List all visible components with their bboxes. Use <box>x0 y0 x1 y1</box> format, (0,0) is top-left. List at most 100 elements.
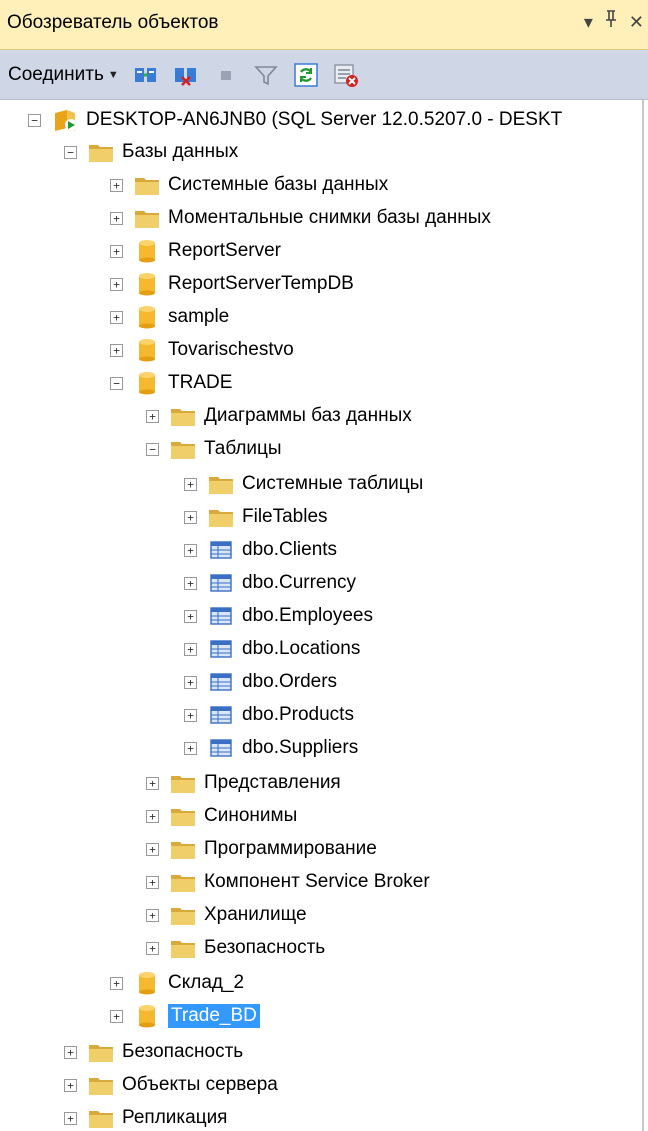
tree-node-table-clients[interactable]: + dbo.Clients <box>184 534 337 566</box>
database-icon <box>134 970 160 996</box>
table-label: dbo.Products <box>242 704 354 725</box>
tree-node-diagrams[interactable]: + Диаграммы баз данных <box>146 400 412 432</box>
tree-node-db-trade[interactable]: − TRADE <box>110 367 232 399</box>
filter-icon[interactable] <box>251 60 281 90</box>
tree-node-table-currency[interactable]: + dbo.Currency <box>184 567 356 599</box>
table-label: dbo.Currency <box>242 572 357 593</box>
panel-title-bar: Обозреватель объектов ▾ ✕ <box>0 0 648 50</box>
disconnect-icon[interactable] <box>171 60 201 90</box>
expand-icon[interactable]: + <box>146 776 159 790</box>
expand-icon[interactable]: + <box>110 178 123 192</box>
expand-icon[interactable]: + <box>146 842 159 856</box>
tree-node-table-orders[interactable]: + dbo.Orders <box>184 666 337 698</box>
stop-icon[interactable] <box>211 60 241 90</box>
refresh-icon[interactable] <box>291 60 321 90</box>
table-label: dbo.Locations <box>242 638 361 659</box>
tree-node-programmability[interactable]: + Программирование <box>146 833 377 865</box>
expand-icon[interactable]: + <box>64 1078 77 1092</box>
views-label: Представления <box>204 772 341 793</box>
connect-button[interactable]: Соединить ▼ <box>8 64 131 86</box>
tree-node-snapshots[interactable]: + Моментальные снимки базы данных <box>110 202 491 234</box>
service-broker-label: Компонент Service Broker <box>204 871 430 892</box>
synonyms-label: Синонимы <box>204 805 298 826</box>
expand-icon[interactable]: + <box>184 741 197 755</box>
expand-icon[interactable]: + <box>146 941 159 955</box>
object-explorer-toolbar: Соединить ▼ <box>0 50 648 100</box>
table-icon <box>208 636 234 662</box>
object-explorer-tree: − DESKTOP-AN6JNB0 (SQL Server 12.0.5207.… <box>0 100 648 1131</box>
table-icon <box>208 603 234 629</box>
storage-label: Хранилище <box>204 904 307 925</box>
panel-title: Обозреватель объектов <box>7 12 219 33</box>
tree-node-system-tables[interactable]: + Системные таблицы <box>184 468 423 500</box>
tree-node-views[interactable]: + Представления <box>146 767 341 799</box>
tables-label: Таблицы <box>204 438 282 459</box>
tree-node-db-sklad2[interactable]: + Склад_2 <box>110 967 244 999</box>
expand-icon[interactable]: + <box>110 343 123 357</box>
expand-icon[interactable]: + <box>184 675 197 689</box>
tree-node-db-reportservertempdb[interactable]: + ReportServerTempDB <box>110 268 354 300</box>
dropdown-icon[interactable]: ▾ <box>584 10 593 34</box>
db-security-label: Безопасность <box>204 937 326 958</box>
expand-icon[interactable]: + <box>110 976 123 990</box>
expand-icon[interactable]: + <box>184 642 197 656</box>
tree-node-server-objects[interactable]: + Объекты сервера <box>64 1069 278 1101</box>
close-icon[interactable]: ✕ <box>629 10 644 34</box>
databases-label: Базы данных <box>122 141 239 162</box>
folder-icon <box>170 902 196 928</box>
tree-node-service-broker[interactable]: + Компонент Service Broker <box>146 866 430 898</box>
tree-node-db-sample[interactable]: + sample <box>110 301 229 333</box>
expand-icon[interactable]: + <box>184 477 197 491</box>
tree-node-filetables[interactable]: + FileTables <box>184 501 328 533</box>
activity-monitor-icon[interactable] <box>331 60 361 90</box>
tree-node-table-locations[interactable]: + dbo.Locations <box>184 633 360 665</box>
expand-icon[interactable]: + <box>146 809 159 823</box>
diagrams-label: Диаграммы баз данных <box>204 405 412 426</box>
expand-icon[interactable]: + <box>110 244 123 258</box>
expand-icon[interactable]: + <box>110 277 123 291</box>
tree-node-databases[interactable]: − Базы данных <box>64 136 238 168</box>
tree-node-server-security[interactable]: + Безопасность <box>64 1036 243 1068</box>
collapse-icon[interactable]: − <box>64 145 77 159</box>
expand-icon[interactable]: + <box>184 609 197 623</box>
tree-node-db-reportserver[interactable]: + ReportServer <box>110 235 281 267</box>
tree-node-table-products[interactable]: + dbo.Products <box>184 699 354 731</box>
expand-icon[interactable]: + <box>110 310 123 324</box>
table-icon <box>208 735 234 761</box>
tree-node-table-employees[interactable]: + dbo.Employees <box>184 600 373 632</box>
pin-icon[interactable] <box>603 9 619 35</box>
expand-icon[interactable]: + <box>184 510 197 524</box>
table-icon <box>208 537 234 563</box>
folder-icon <box>88 1039 114 1065</box>
collapse-icon[interactable]: − <box>28 113 41 127</box>
expand-icon[interactable]: + <box>184 708 197 722</box>
expand-icon[interactable]: + <box>64 1111 77 1125</box>
tree-node-db-security[interactable]: + Безопасность <box>146 932 325 964</box>
tree-node-system-databases[interactable]: + Системные базы данных <box>110 169 388 201</box>
tree-node-table-suppliers[interactable]: + dbo.Suppliers <box>184 732 358 764</box>
collapse-icon[interactable]: − <box>110 376 123 390</box>
tree-node-replication[interactable]: + Репликация <box>64 1102 227 1131</box>
expand-icon[interactable]: + <box>64 1045 77 1059</box>
folder-icon <box>170 935 196 961</box>
db-label: Склад_2 <box>168 972 245 993</box>
tree-node-storage[interactable]: + Хранилище <box>146 899 307 931</box>
database-icon <box>134 337 160 363</box>
folder-icon <box>170 869 196 895</box>
expand-icon[interactable]: + <box>146 908 159 922</box>
database-icon <box>134 1003 160 1029</box>
tree-node-db-trade-bd[interactable]: + Trade_BD <box>110 1000 260 1032</box>
expand-icon[interactable]: + <box>184 576 197 590</box>
expand-icon[interactable]: + <box>146 409 159 423</box>
tree-node-tables[interactable]: − Таблицы <box>146 433 282 465</box>
expand-icon[interactable]: + <box>110 211 123 225</box>
table-label: dbo.Orders <box>242 671 338 692</box>
expand-icon[interactable]: + <box>110 1009 123 1023</box>
tree-node-db-tovarischestvo[interactable]: + Tovarischestvo <box>110 334 294 366</box>
connect-icon[interactable] <box>131 60 161 90</box>
tree-node-synonyms[interactable]: + Синонимы <box>146 800 297 832</box>
expand-icon[interactable]: + <box>146 875 159 889</box>
tree-node-server[interactable]: − DESKTOP-AN6JNB0 (SQL Server 12.0.5207.… <box>28 104 562 136</box>
collapse-icon[interactable]: − <box>146 442 159 456</box>
expand-icon[interactable]: + <box>184 543 197 557</box>
